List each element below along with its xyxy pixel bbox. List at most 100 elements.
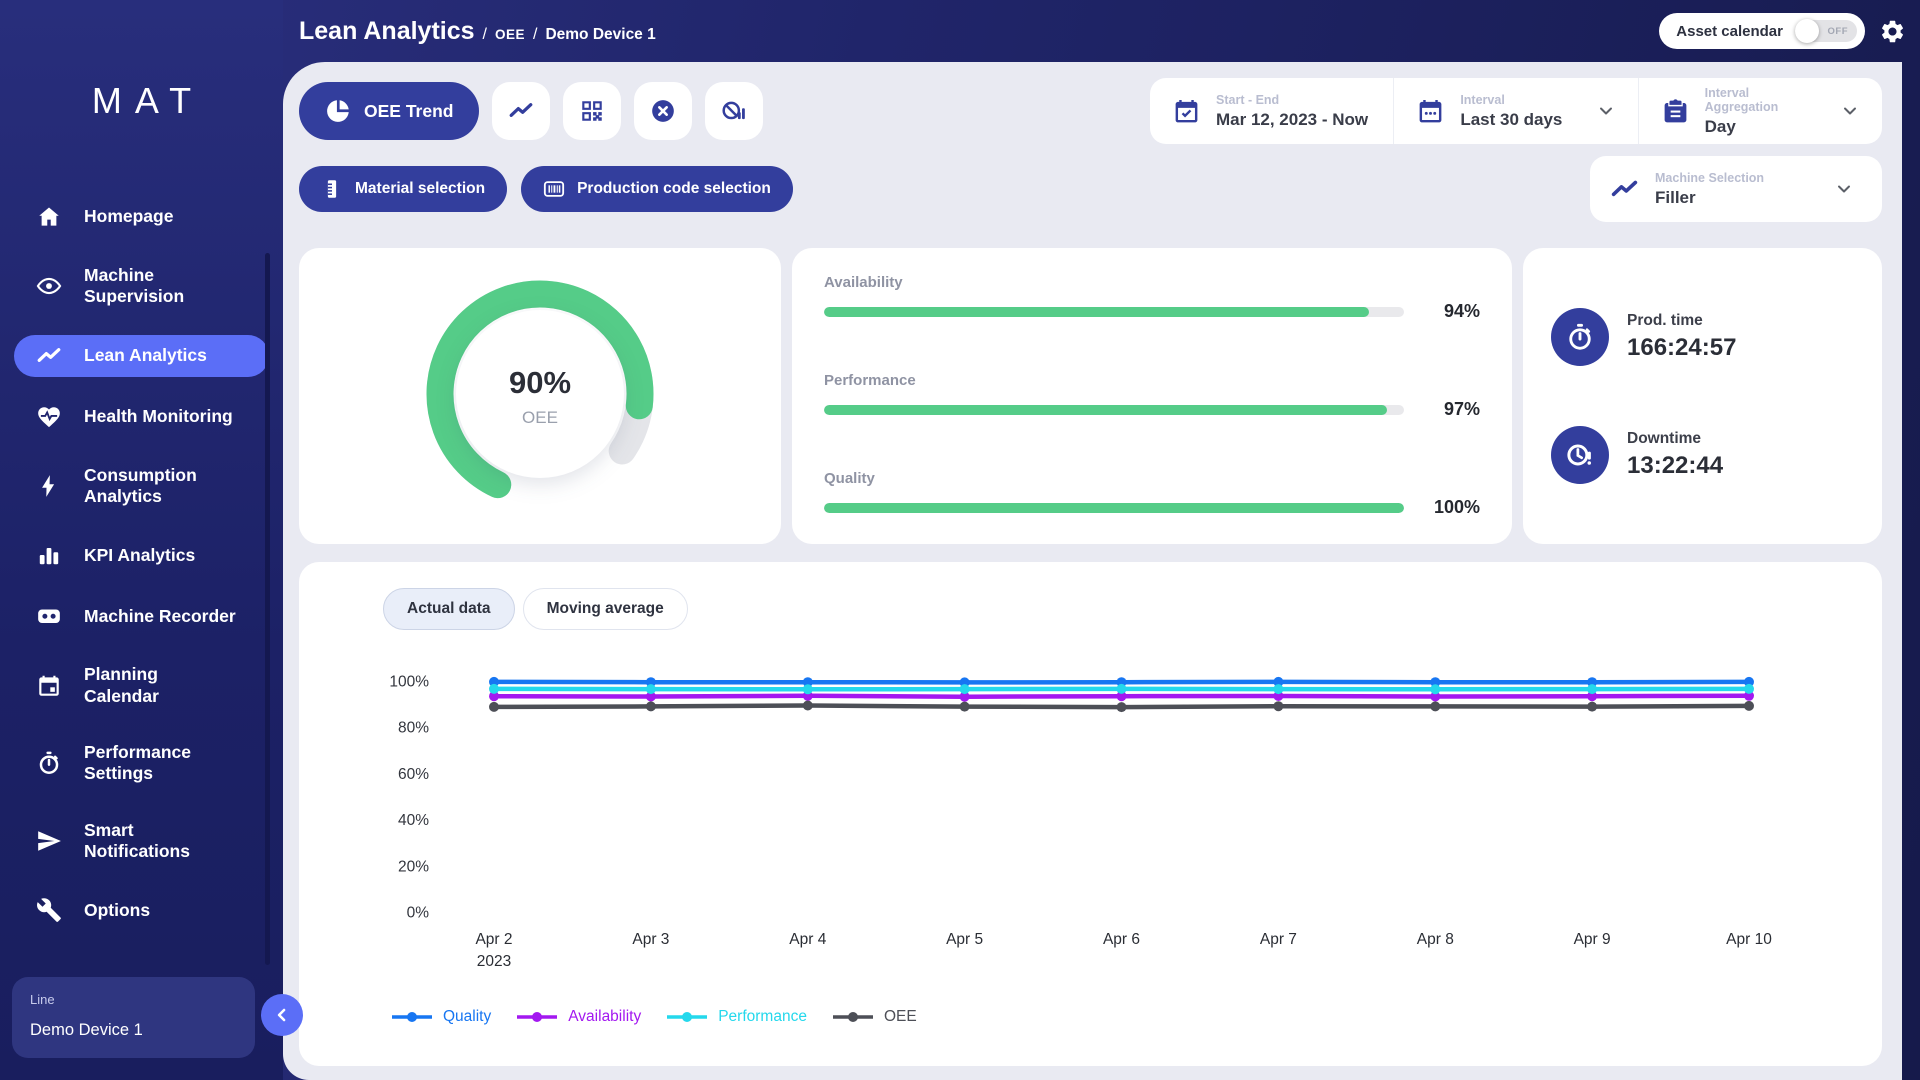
eye-icon [36,273,62,299]
toggle-track[interactable]: OFF [1795,20,1857,42]
availability-bar-track [824,307,1404,317]
oee-gauge-card: 90% OEE [299,248,781,544]
view-trend-button[interactable] [492,82,550,140]
performance-line-marker [665,1011,709,1023]
svg-text:Apr 5: Apr 5 [946,931,983,948]
aggregation-filter[interactable]: Interval Aggregation Day [1638,78,1882,144]
performance-bar-track [824,405,1404,415]
chevron-down-icon [1834,179,1854,199]
start-end-value: Mar 12, 2023 - Now [1216,110,1368,130]
legend-label: Quality [443,1008,491,1026]
top-bar: Lean Analytics / OEE / Demo Device 1 Ass… [283,0,1920,62]
sidebar-scrollbar[interactable] [265,253,270,965]
sidebar-item-lean-analytics[interactable]: Lean Analytics [14,335,269,377]
chevron-down-icon [1596,101,1616,121]
line-device-panel[interactable]: Line Demo Device 1 [12,977,255,1058]
asset-calendar-label: Asset calendar [1676,23,1783,40]
sidebar-item-performance-settings[interactable]: Performance Settings [14,734,269,793]
stopwatch-icon [36,750,62,776]
view-matrix-button[interactable] [563,82,621,140]
stopwatch-icon [1565,322,1595,352]
production-code-selection-label: Production code selection [577,180,771,198]
legend-item-oee[interactable]: OEE [831,1008,917,1026]
calendar-check-icon [1172,97,1201,126]
bar-chart-icon [36,542,62,568]
view-stops-button[interactable] [634,82,692,140]
availability-bar-fill [824,307,1369,317]
clock-alert-icon [1565,440,1595,470]
legend-item-performance[interactable]: Performance [665,1008,807,1026]
availability-label: Availability [824,274,1480,291]
oee-line-marker [831,1011,875,1023]
sidebar-item-label: Options [84,900,150,921]
sidebar-item-label: Homepage [84,206,173,227]
sidebar-item-health-monitoring[interactable]: Health Monitoring [14,396,269,438]
toggle-knob [1795,19,1819,43]
wrench-icon [36,897,62,923]
material-selection-button[interactable]: Material selection [299,166,507,212]
calendar-icon [36,673,62,699]
machine-selection-dropdown[interactable]: Machine Selection Filler [1590,156,1882,222]
stopwatch-badge-icon [1551,308,1609,366]
legend-label: Availability [568,1008,641,1026]
tab-moving-average[interactable]: Moving average [523,588,688,630]
interval-filter[interactable]: Interval Last 30 days [1393,78,1637,144]
sidebar-collapse-button[interactable] [261,994,303,1036]
legend-item-quality[interactable]: Quality [390,1008,491,1026]
svg-text:20%: 20% [398,858,429,875]
sidebar-item-planning-calendar[interactable]: Planning Calendar [14,656,269,715]
view-oee-trend-button[interactable]: OEE Trend [299,82,479,140]
svg-text:Apr 7: Apr 7 [1260,931,1297,948]
sidebar-item-label: Machine Supervision [84,265,184,308]
sidebar-item-options[interactable]: Options [14,889,269,931]
machine-selection-value: Filler [1655,188,1764,208]
gauge-text: 90% OEE [299,248,781,544]
svg-text:100%: 100% [389,674,429,691]
bolt-icon [36,473,62,499]
svg-text:40%: 40% [398,812,429,829]
time-filter-card: Start - End Mar 12, 2023 - Now Interval … [1150,78,1882,144]
selection-row: Material selection Production code selec… [299,156,1882,222]
sidebar: MAT Homepage Machine Supervision Lean An… [0,0,283,1080]
clock-alert-badge-icon [1551,426,1609,484]
aggregation-value: Day [1705,117,1825,137]
oee-trend-chart-card: Actual data Moving average 100%80%60%40%… [299,562,1882,1066]
sidebar-item-machine-recorder[interactable]: Machine Recorder [14,595,269,637]
svg-text:Apr 3: Apr 3 [632,931,669,948]
page-title: Lean Analytics [299,17,475,46]
gear-icon[interactable] [1879,18,1906,45]
start-end-filter[interactable]: Start - End Mar 12, 2023 - Now [1150,78,1393,144]
chart-mode-tabs: Actual data Moving average [383,588,1852,630]
chevron-down-icon [1840,101,1860,121]
breadcrumb-device[interactable]: Demo Device 1 [545,26,655,44]
availability-bar-row: Availability 94% [824,274,1480,322]
machine-selection-label: Machine Selection [1655,171,1764,185]
svg-text:60%: 60% [398,766,429,783]
legend-item-availability[interactable]: Availability [515,1008,641,1026]
breadcrumb-separator: / [483,26,487,44]
sidebar-item-machine-supervision[interactable]: Machine Supervision [14,257,269,316]
sidebar-nav: Homepage Machine Supervision Lean Analyt… [0,196,283,931]
aggregation-label: Interval Aggregation [1705,86,1825,114]
asset-calendar-toggle[interactable]: Asset calendar OFF [1659,13,1865,49]
quality-value: 100% [1422,497,1480,518]
sidebar-item-smart-notifications[interactable]: Smart Notifications [14,812,269,871]
send-icon [36,828,62,854]
sidebar-item-consumption-analytics[interactable]: Consumption Analytics [14,457,269,516]
prod-time-label: Prod. time [1627,312,1736,330]
sidebar-item-kpi-analytics[interactable]: KPI Analytics [14,534,269,576]
toggle-state-text: OFF [1828,26,1849,37]
svg-text:Apr 6: Apr 6 [1103,931,1140,948]
breadcrumb: Lean Analytics / OEE / Demo Device 1 [299,17,656,46]
svg-text:Apr 4: Apr 4 [789,931,826,948]
performance-bar-fill [824,405,1387,415]
production-code-selection-button[interactable]: Production code selection [521,166,793,212]
quality-bar-row: Quality 100% [824,470,1480,518]
view-losses-button[interactable] [705,82,763,140]
svg-text:2023: 2023 [477,953,511,970]
trend-icon [1610,175,1639,204]
trend-icon [36,343,62,369]
sidebar-item-homepage[interactable]: Homepage [14,196,269,238]
breadcrumb-oee[interactable]: OEE [495,27,525,42]
tab-actual-data[interactable]: Actual data [383,588,515,630]
